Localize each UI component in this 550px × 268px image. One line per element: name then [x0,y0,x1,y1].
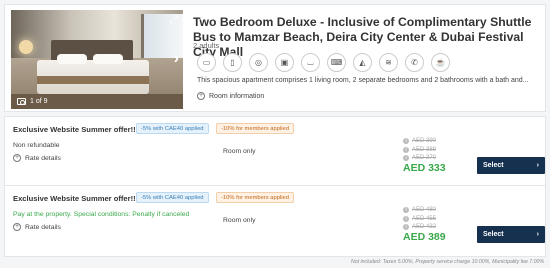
camera-icon [17,98,26,105]
discount-badge: -5% with CAE40 applied [136,123,209,134]
photo-counter: 1 of 9 [17,98,48,105]
select-label: Select [483,231,504,238]
bathtub-icon: ⌴ [301,53,320,72]
room-information-link[interactable]: + Room information [197,92,264,100]
chevron-right-icon: › [536,231,539,238]
washer-icon: ◎ [249,53,268,72]
rate-details-link[interactable]: + Rate details [13,154,61,162]
select-button[interactable]: Select › [477,226,545,243]
offer-title: Exclusive Website Summer offer!! [13,125,136,134]
room-photo[interactable]: ⤢ › 1 of 9 [11,10,183,109]
room-information-label: Room information [209,92,265,100]
info-icon[interactable]: i [403,224,409,231]
members-badge: -10% for members applied [216,192,294,203]
room-card: ⤢ › 1 of 9 Two Bedroom Deluxe - Inclusiv… [4,4,546,112]
plus-icon: + [13,154,21,162]
iron-icon: ◭ [353,53,372,72]
strike-price: AED 480 [412,207,437,213]
board-type: Room only [223,217,256,224]
expand-icon[interactable]: ⤢ [169,14,178,27]
rate-details-label: Rate details [25,223,61,231]
info-icon[interactable]: i [403,138,409,145]
rate-option: Exclusive Website Summer offer!! -5% wit… [4,185,546,257]
phone-icon: ✆ [405,53,424,72]
final-price: AED 389 [403,231,446,243]
strike-price: AED 390 [412,138,437,144]
plus-icon: + [13,223,21,231]
chevron-right-icon: › [536,162,539,169]
next-photo-icon[interactable]: › [174,50,179,68]
info-icon[interactable]: i [403,215,409,222]
microwave-icon: ▭ [197,53,216,72]
rate-details-label: Rate details [25,154,61,162]
cancellation-policy: Non refundable [13,142,60,149]
cancellation-policy: Pay at the property. Special conditions:… [13,211,190,218]
select-button[interactable]: Select › [477,157,545,174]
fridge-icon: ▯ [223,53,242,72]
rate-details-link[interactable]: + Rate details [13,223,61,231]
discount-badge: -5% with CAE40 applied [136,192,209,203]
strike-price: AED 455 [412,215,437,222]
amenities-list: ▭ ▯ ◎ ▣ ⌴ ⌨ ◭ ≋ ✆ ☕ [197,53,450,72]
taxes-note: Not included: Taxes 5.00%, Property serv… [350,259,544,265]
info-icon[interactable]: i [403,155,409,162]
laptop-icon: ⌨ [327,53,346,72]
strike-price: AED 389 [412,146,437,153]
air-conditioning-icon: ≋ [379,53,398,72]
board-type: Room only [223,148,256,155]
photo-counter-text: 1 of 9 [30,98,48,105]
info-icon[interactable]: i [403,207,409,214]
offer-title: Exclusive Website Summer offer!! [13,194,136,203]
room-description: This spacious apartment comprises 1 livi… [197,77,529,84]
rate-option: Exclusive Website Summer offer!! -5% wit… [4,116,546,188]
coffee-maker-icon: ☕ [431,53,450,72]
original-prices: i AED 480 i AED 455 i AED 432 [403,206,436,232]
info-icon[interactable]: i [403,146,409,153]
final-price: AED 333 [403,162,446,174]
tv-icon: ▣ [275,53,294,72]
plus-icon: + [197,92,205,100]
guests-count: 2 adults [193,41,220,50]
original-prices: i AED 390 i AED 389 i AED 370 [403,137,436,163]
select-label: Select [483,162,504,169]
members-badge: -10% for members applied [216,123,294,134]
room-rate-page: ⤢ › 1 of 9 Two Bedroom Deluxe - Inclusiv… [0,0,550,268]
